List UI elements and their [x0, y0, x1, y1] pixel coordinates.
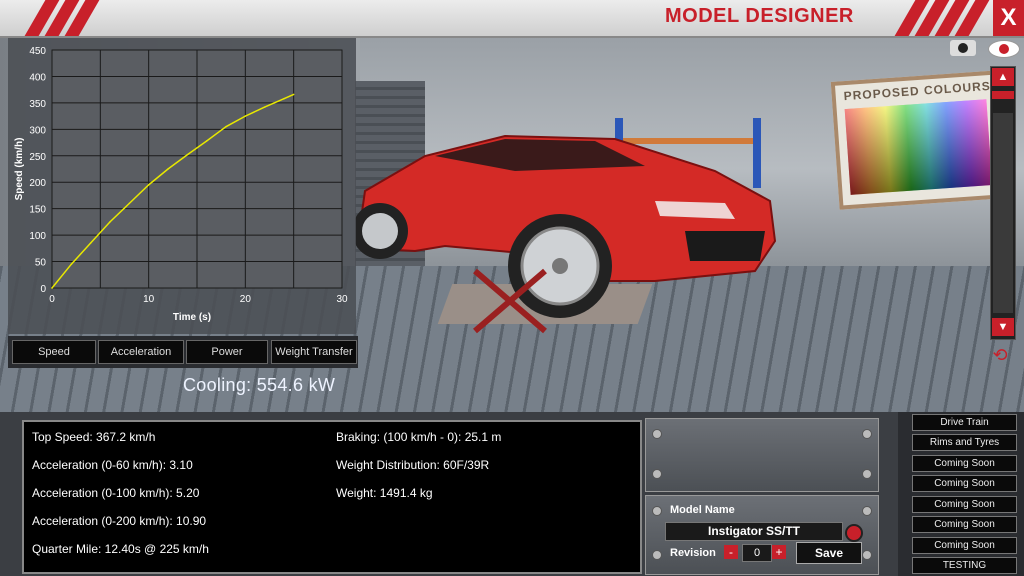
speed-data-point: [109, 221, 111, 223]
save-button[interactable]: Save: [796, 542, 862, 564]
scroll-up-icon[interactable]: ▲: [992, 68, 1014, 86]
rivet: [862, 550, 872, 560]
speed-data-point: [263, 106, 266, 108]
menu-coming-soon-4[interactable]: Coming Soon: [912, 516, 1017, 533]
menu-coming-soon-3[interactable]: Coming Soon: [912, 496, 1017, 513]
speed-data-point: [167, 168, 169, 170]
menu-coming-soon-2[interactable]: Coming Soon: [912, 475, 1017, 492]
scroll-marker[interactable]: [992, 91, 1014, 99]
x-tick-label: 30: [336, 294, 348, 305]
speed-data-point: [225, 125, 227, 128]
revision-decrement-button[interactable]: -: [724, 545, 738, 559]
model-name-input[interactable]: Instigator SS/TT: [665, 522, 843, 541]
y-tick-label: 0: [40, 284, 46, 295]
rotate-view-icon[interactable]: ⟲: [985, 345, 1015, 365]
speed-data-point: [70, 263, 73, 265]
rivet: [652, 469, 662, 479]
rivet: [652, 429, 662, 439]
stat-weight-distribution: Weight Distribution: 60F/39R: [336, 458, 490, 472]
speed-data-point: [292, 93, 295, 96]
chart-tab-bar: Speed Acceleration Power Weight Transfer: [8, 336, 358, 368]
y-tick-label: 450: [29, 46, 46, 57]
speed-data-point: [89, 242, 92, 244]
car-model[interactable]: [355, 116, 785, 356]
menu-testing[interactable]: TESTING: [912, 557, 1017, 574]
side-menu: Drive Train Rims and Tyres Coming Soon C…: [898, 412, 1024, 576]
x-axis-label: Time (s): [173, 312, 211, 323]
rivet: [652, 550, 662, 560]
eye-icon[interactable]: [988, 40, 1020, 58]
x-tick-label: 20: [240, 294, 252, 305]
scroll-thumb[interactable]: [993, 113, 1013, 313]
speed-data-point: [147, 184, 150, 186]
revision-increment-button[interactable]: +: [772, 545, 786, 559]
tab-acceleration[interactable]: Acceleration: [98, 340, 184, 364]
tab-speed[interactable]: Speed: [12, 340, 96, 364]
menu-rims-and-tyres[interactable]: Rims and Tyres: [912, 434, 1017, 451]
colour-board[interactable]: PROPOSED COLOURS: [830, 70, 1008, 210]
title-bar: MODEL DESIGNER X: [0, 0, 1024, 38]
window-title: MODEL DESIGNER: [665, 5, 854, 27]
stat-weight: Weight: 1491.4 kg: [336, 486, 433, 500]
colour-scrollbar[interactable]: ▲ ▼: [990, 66, 1016, 340]
record-icon[interactable]: [845, 524, 863, 542]
revision-label: Revision: [670, 547, 716, 559]
speed-data-point: [283, 97, 285, 100]
stats-panel: Top Speed: 367.2 km/h Acceleration (0-60…: [22, 420, 642, 574]
speed-data-point: [186, 153, 189, 156]
speed-data-point: [205, 140, 208, 142]
rivet: [862, 469, 872, 479]
blank-plate: [645, 418, 879, 492]
y-tick-label: 300: [29, 125, 46, 136]
speed-data-point: [244, 115, 247, 117]
x-tick-label: 0: [49, 294, 55, 305]
close-button[interactable]: X: [993, 0, 1024, 36]
revision-value: 0: [742, 544, 772, 562]
performance-chart-panel: 0 50 100 150 200 250 300 350 400 450 0 10 20 30 Time (…: [8, 38, 356, 334]
stat-accel-100: Acceleration (0-100 km/h): 5.20: [32, 486, 200, 500]
speed-data-point: [128, 202, 131, 205]
y-tick-label: 150: [29, 205, 46, 216]
stat-quarter-mile: Quarter Mile: 12.40s @ 225 km/h: [32, 542, 209, 556]
tab-weight-transfer[interactable]: Weight Transfer: [271, 340, 357, 364]
speed-data-point: [51, 287, 53, 289]
cooling-readout: Cooling: 554.6 kW: [183, 375, 336, 395]
rivet: [652, 506, 662, 516]
x-tick-label: 10: [143, 294, 155, 305]
menu-coming-soon-1[interactable]: Coming Soon: [912, 455, 1017, 472]
stat-accel-60: Acceleration (0-60 km/h): 3.10: [32, 458, 193, 472]
y-axis-label: Speed (km/h): [14, 138, 25, 201]
stat-top-speed: Top Speed: 367.2 km/h: [32, 430, 156, 444]
camera-icon[interactable]: [950, 40, 976, 56]
colour-swatches[interactable]: [844, 99, 993, 195]
tab-power[interactable]: Power: [186, 340, 268, 364]
y-tick-label: 250: [29, 152, 46, 163]
y-tick-label: 200: [29, 178, 46, 189]
y-tick-label: 50: [35, 258, 47, 269]
rivet: [862, 429, 872, 439]
y-tick-label: 400: [29, 72, 46, 83]
y-tick-label: 350: [29, 99, 46, 110]
y-tick-label: 100: [29, 231, 46, 242]
stat-accel-200: Acceleration (0-200 km/h): 10.90: [32, 514, 207, 528]
speed-chart: 0 50 100 150 200 250 300 350 400 450 0 10 20 30 Time (…: [14, 46, 348, 323]
scroll-down-icon[interactable]: ▼: [992, 318, 1014, 336]
stat-braking: Braking: (100 km/h - 0): 25.1 m: [336, 430, 502, 444]
menu-drive-train[interactable]: Drive Train: [912, 414, 1017, 431]
model-name-label: Model Name: [670, 504, 735, 516]
menu-coming-soon-5[interactable]: Coming Soon: [912, 537, 1017, 554]
rivet: [862, 506, 872, 516]
